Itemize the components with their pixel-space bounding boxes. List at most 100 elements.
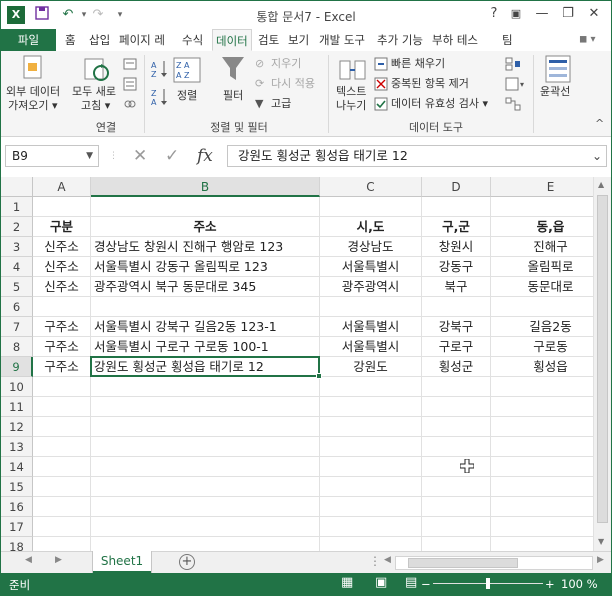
sort-icon[interactable]: Z AA Z bbox=[173, 57, 201, 86]
row-header-13[interactable]: 13 bbox=[1, 437, 33, 457]
cell-b12[interactable] bbox=[91, 417, 320, 437]
row-header-6[interactable]: 6 bbox=[1, 297, 33, 317]
cell-a6[interactable] bbox=[33, 297, 91, 317]
outline-icon[interactable] bbox=[545, 55, 571, 86]
cell-c6[interactable] bbox=[320, 297, 422, 317]
cancel-icon[interactable]: ✕ bbox=[133, 145, 147, 167]
cell-a15[interactable] bbox=[33, 477, 91, 497]
sort-az-icon[interactable]: AZ bbox=[151, 59, 169, 82]
cell-d6[interactable] bbox=[422, 297, 491, 317]
cell-e5[interactable]: 동문대로 bbox=[491, 277, 593, 297]
cell-c4[interactable]: 서울특별시 bbox=[320, 257, 422, 277]
remove-duplicates-button[interactable]: 중복된 항목 제거 bbox=[391, 77, 469, 91]
cell-e7[interactable]: 길음2동 bbox=[491, 317, 593, 337]
column-header-b[interactable]: B bbox=[91, 177, 320, 197]
cell-a10[interactable] bbox=[33, 377, 91, 397]
text-to-columns-label-1[interactable]: 텍스트 bbox=[336, 85, 366, 99]
cell-c14[interactable] bbox=[320, 457, 422, 477]
cell-a11[interactable] bbox=[33, 397, 91, 417]
cell-b18[interactable] bbox=[91, 537, 320, 551]
collapse-ribbon-icon[interactable]: ^ bbox=[595, 117, 604, 131]
cell-c1[interactable] bbox=[320, 197, 422, 217]
row-header-15[interactable]: 15 bbox=[1, 477, 33, 497]
cell-e9[interactable]: 횡성읍 bbox=[491, 357, 593, 377]
properties-icon[interactable] bbox=[123, 77, 137, 94]
text-to-columns-label-2[interactable]: 나누기 bbox=[336, 99, 366, 113]
cell-d11[interactable] bbox=[422, 397, 491, 417]
edit-links-icon[interactable] bbox=[123, 97, 137, 114]
cell-d10[interactable] bbox=[422, 377, 491, 397]
cell-d4[interactable]: 강동구 bbox=[422, 257, 491, 277]
cell-c5[interactable]: 광주광역시 bbox=[320, 277, 422, 297]
scroll-up-icon[interactable]: ▲ bbox=[598, 180, 604, 189]
cell-c10[interactable] bbox=[320, 377, 422, 397]
cell-e15[interactable] bbox=[491, 477, 593, 497]
cell-b5[interactable]: 광주광역시 북구 동문대로 345 bbox=[91, 277, 320, 297]
name-box-dropdown-icon[interactable]: ▼ bbox=[86, 146, 93, 166]
cell-c18[interactable] bbox=[320, 537, 422, 551]
tab-page-layout[interactable]: 페이지 레 bbox=[119, 29, 165, 51]
cell-a7[interactable]: 구주소 bbox=[33, 317, 91, 337]
tab-home[interactable]: 홈 bbox=[65, 29, 76, 51]
cell-a14[interactable] bbox=[33, 457, 91, 477]
cell-d15[interactable] bbox=[422, 477, 491, 497]
tab-file[interactable]: 파일 bbox=[1, 29, 56, 51]
cell-b15[interactable] bbox=[91, 477, 320, 497]
row-header-7[interactable]: 7 bbox=[1, 317, 33, 337]
cell-d16[interactable] bbox=[422, 497, 491, 517]
user-account-icon[interactable]: ◼ ▾ bbox=[579, 29, 596, 51]
scroll-down-icon[interactable]: ▼ bbox=[598, 537, 604, 546]
fill-handle[interactable] bbox=[316, 373, 322, 379]
help-button[interactable]: ? bbox=[483, 4, 505, 24]
close-button[interactable]: ✕ bbox=[583, 4, 605, 24]
cell-a17[interactable] bbox=[33, 517, 91, 537]
row-header-12[interactable]: 12 bbox=[1, 417, 33, 437]
worksheet-grid[interactable]: A B C D E 1 2 구분 주소 시,도 구,군 동,읍 3 신주소 경상남도 창원시 진해구 행암로… bbox=[1, 177, 593, 551]
normal-view-icon[interactable]: ▦ bbox=[341, 575, 353, 590]
tab-formulas[interactable]: 수식 bbox=[182, 29, 203, 51]
flash-fill-button[interactable]: 빠른 채우기 bbox=[391, 57, 445, 71]
cell-a5[interactable]: 신주소 bbox=[33, 277, 91, 297]
cell-b17[interactable] bbox=[91, 517, 320, 537]
sort-za-icon[interactable]: ZA bbox=[151, 87, 169, 110]
new-sheet-button[interactable]: + bbox=[179, 554, 195, 570]
cell-e1[interactable] bbox=[491, 197, 593, 217]
cell-b16[interactable] bbox=[91, 497, 320, 517]
clear-button[interactable]: 지우기 bbox=[271, 57, 301, 71]
page-layout-view-icon[interactable]: ▣ bbox=[375, 575, 387, 590]
cell-a18[interactable] bbox=[33, 537, 91, 551]
relationships-icon[interactable] bbox=[505, 97, 521, 114]
horizontal-scrollbar[interactable] bbox=[395, 556, 593, 570]
cell-b6[interactable] bbox=[91, 297, 320, 317]
tab-insert[interactable]: 삽입 bbox=[89, 29, 110, 51]
consolidate-icon[interactable] bbox=[505, 57, 521, 74]
cell-e2[interactable]: 동,읍 bbox=[491, 217, 593, 237]
zoom-out-button[interactable]: − bbox=[421, 577, 431, 591]
tab-load-test[interactable]: 부하 테스 bbox=[432, 29, 478, 51]
cell-e6[interactable] bbox=[491, 297, 593, 317]
cell-d18[interactable] bbox=[422, 537, 491, 551]
horizontal-scroll-thumb[interactable] bbox=[408, 558, 518, 568]
cell-c8[interactable]: 서울특별시 bbox=[320, 337, 422, 357]
row-header-4[interactable]: 4 bbox=[1, 257, 33, 277]
cell-b10[interactable] bbox=[91, 377, 320, 397]
cell-d2[interactable]: 구,군 bbox=[422, 217, 491, 237]
zoom-slider-thumb[interactable] bbox=[486, 578, 490, 589]
cell-b8[interactable]: 서울특별시 구로구 구로동 100-1 bbox=[91, 337, 320, 357]
column-header-c[interactable]: C bbox=[320, 177, 422, 197]
cell-c11[interactable] bbox=[320, 397, 422, 417]
cell-c16[interactable] bbox=[320, 497, 422, 517]
ribbon-display-icon[interactable]: ▣ bbox=[505, 4, 527, 24]
tab-data[interactable]: 데이터 bbox=[212, 29, 252, 51]
formula-input[interactable]: 강원도 횡성군 횡성읍 태기로 12 ⌄ bbox=[227, 145, 607, 167]
cell-e18[interactable] bbox=[491, 537, 593, 551]
minimize-button[interactable]: — bbox=[531, 4, 553, 24]
filter-icon[interactable] bbox=[221, 55, 245, 88]
select-all-button[interactable] bbox=[1, 177, 33, 197]
cell-a4[interactable]: 신주소 bbox=[33, 257, 91, 277]
cell-a9[interactable]: 구주소 bbox=[33, 357, 91, 377]
cell-e3[interactable]: 진해구 bbox=[491, 237, 593, 257]
cell-e17[interactable] bbox=[491, 517, 593, 537]
cell-d14[interactable] bbox=[422, 457, 491, 477]
insert-function-icon[interactable]: fx bbox=[197, 145, 213, 167]
